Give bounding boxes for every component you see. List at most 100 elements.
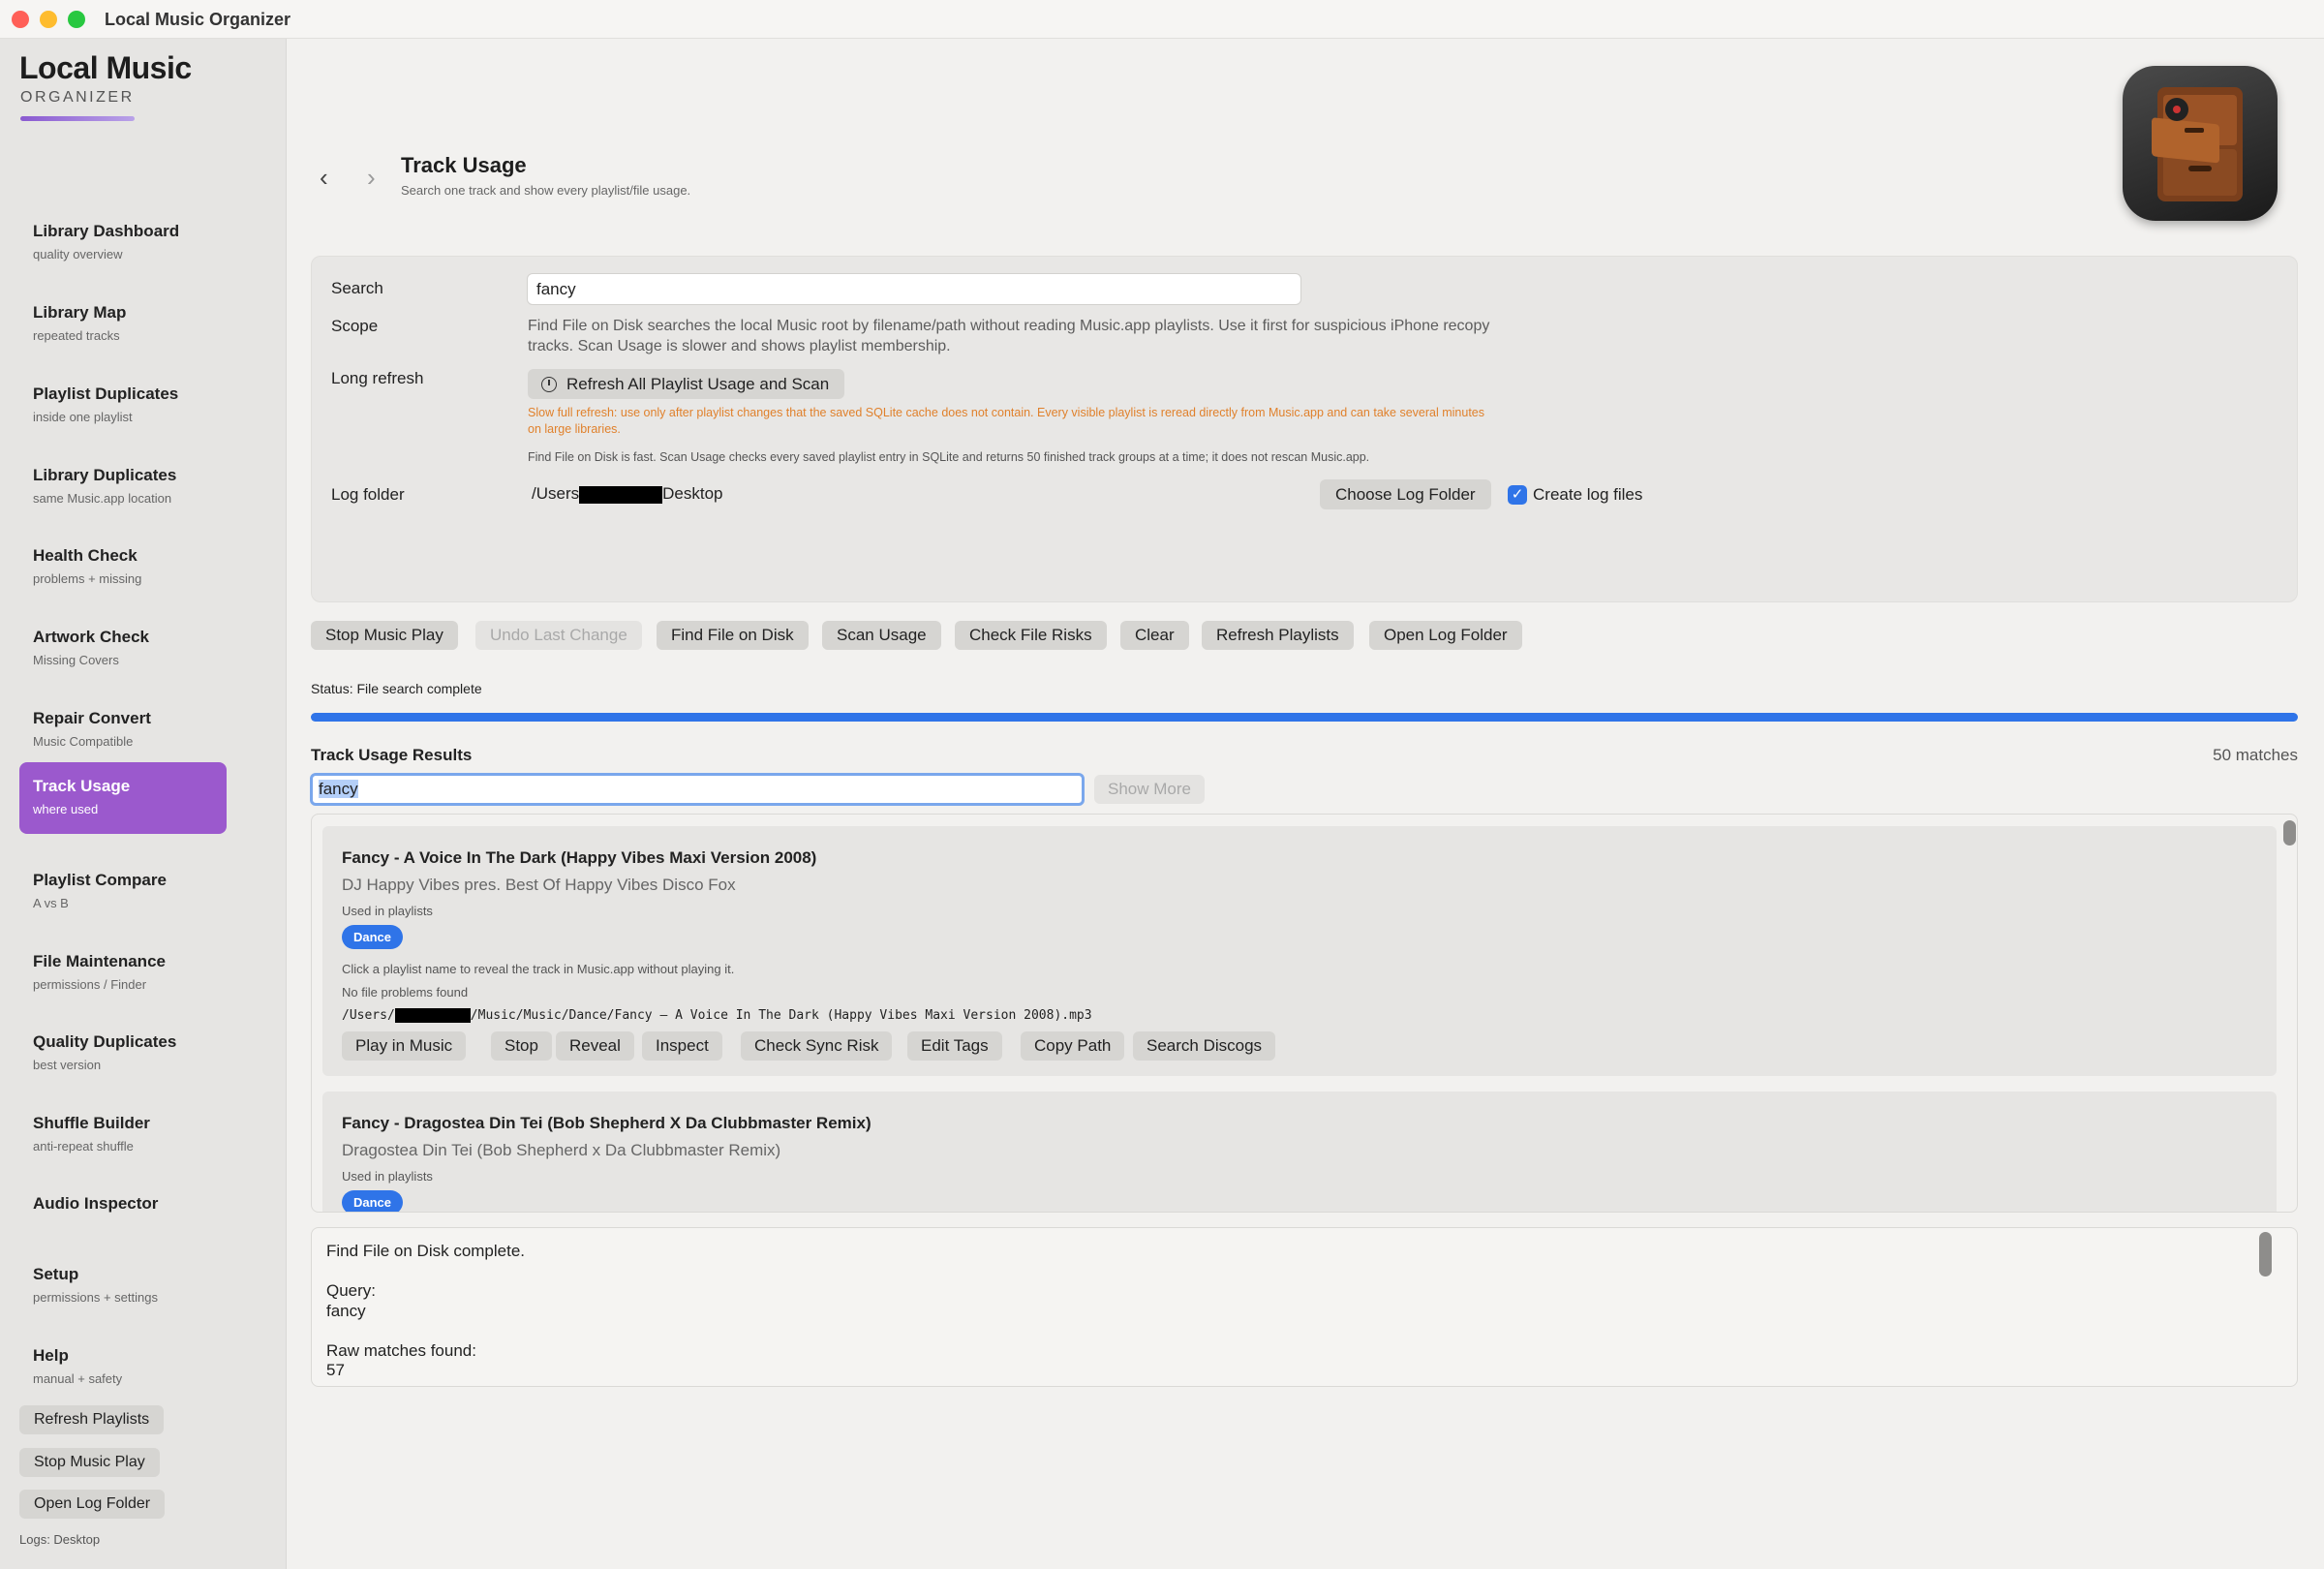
slow-refresh-warning: Slow full refresh: use only after playli…	[528, 406, 1484, 436]
choose-log-folder-button[interactable]: Choose Log Folder	[1320, 479, 1491, 509]
reveal-button[interactable]: Reveal	[556, 1031, 634, 1061]
search-discogs-button[interactable]: Search Discogs	[1133, 1031, 1276, 1061]
sidebar-item-library-map[interactable]: Library Map repeated tracks	[19, 289, 227, 360]
inspect-button[interactable]: Inspect	[642, 1031, 722, 1061]
show-more-button[interactable]: Show More	[1094, 775, 1205, 804]
log-path-suffix: Desktop	[662, 484, 723, 503]
copy-path-button[interactable]: Copy Path	[1021, 1031, 1125, 1061]
stop-music-play-button[interactable]: Stop Music Play	[311, 621, 458, 650]
sidebar-refresh-playlists-button[interactable]: Refresh Playlists	[19, 1405, 165, 1434]
log-path-prefix: /Users	[532, 484, 580, 503]
sidebar-item-label: Health Check	[33, 546, 138, 565]
sidebar-item-audio-inspector[interactable]: Audio Inspector	[19, 1180, 227, 1251]
log-line: 57	[326, 1361, 345, 1379]
open-log-folder-button[interactable]: Open Log Folder	[1369, 621, 1522, 650]
log-line: Find File on Disk complete.	[326, 1242, 526, 1260]
sidebar-item-track-usage[interactable]: Track Usage where used	[19, 762, 227, 834]
sidebar-item-playlist-duplicates[interactable]: Playlist Duplicates inside one playlist	[19, 370, 227, 442]
sidebar-item-sublabel: problems + missing	[33, 571, 142, 586]
sidebar-item-sublabel: best version	[33, 1058, 102, 1072]
track-title: Fancy - Dragostea Din Tei (Bob Shepherd …	[342, 1114, 872, 1132]
long-refresh-label: Long refresh	[331, 369, 424, 387]
sidebar-item-setup[interactable]: Setup permissions + settings	[19, 1250, 227, 1322]
log-line: Query:	[326, 1281, 377, 1300]
log-folder-label: Log folder	[331, 485, 405, 504]
scan-usage-button[interactable]: Scan Usage	[822, 621, 941, 650]
progress-bar	[311, 713, 2298, 722]
sidebar-stop-music-button[interactable]: Stop Music Play	[19, 1448, 160, 1477]
sidebar-item-repair-convert[interactable]: Repair Convert Music Compatible	[19, 694, 227, 766]
sidebar-item-shuffle-builder[interactable]: Shuffle Builder anti-repeat shuffle	[19, 1099, 227, 1171]
close-window-button[interactable]	[12, 11, 29, 28]
log-line: Raw matches found:	[326, 1340, 476, 1360]
sidebar-item-label: Library Map	[33, 303, 127, 322]
playlist-badge[interactable]: Dance	[342, 925, 404, 949]
used-in-playlists-label: Used in playlists	[342, 1169, 433, 1184]
sidebar-item-quality-duplicates[interactable]: Quality Duplicates best version	[19, 1018, 227, 1090]
clear-button[interactable]: Clear	[1120, 621, 1189, 650]
minimize-window-button[interactable]	[40, 11, 57, 28]
status-text: Status: File search complete	[311, 681, 482, 696]
results-scrollbar[interactable]	[2283, 820, 2296, 846]
sidebar-open-log-folder-button[interactable]: Open Log Folder	[19, 1490, 166, 1519]
sidebar-item-sublabel: A vs B	[33, 896, 69, 910]
sidebar-item-label: Playlist Duplicates	[33, 385, 179, 403]
sidebar-item-label: File Maintenance	[33, 952, 166, 970]
scan-info-note: Find File on Disk is fast. Scan Usage ch…	[528, 450, 1370, 464]
brand-subtitle: ORGANIZER	[20, 89, 135, 106]
sidebar-item-sublabel: repeated tracks	[33, 328, 120, 343]
log-output[interactable]: Find File on Disk complete. Query: fancy…	[311, 1227, 2298, 1387]
sidebar-item-help[interactable]: Help manual + safety	[19, 1332, 227, 1403]
sidebar-item-label: Artwork Check	[33, 628, 149, 646]
path-prefix: /Users/	[342, 1008, 395, 1023]
scope-description: Find File on Disk searches the local Mus…	[528, 318, 1490, 354]
play-in-music-button[interactable]: Play in Music	[342, 1031, 467, 1061]
forward-arrow-icon[interactable]: ›	[367, 163, 376, 193]
results-filter-input[interactable]: fancy	[310, 773, 1085, 806]
selected-filter-text: fancy	[319, 780, 358, 798]
sidebar-item-label: Library Dashboard	[33, 222, 180, 240]
sidebar-item-sublabel: permissions + settings	[33, 1290, 158, 1305]
search-label: Search	[331, 279, 383, 297]
track-artist: DJ Happy Vibes pres. Best Of Happy Vibes…	[342, 876, 736, 894]
sidebar-item-health-check[interactable]: Health Check problems + missing	[19, 532, 227, 603]
redacted-username	[394, 1008, 471, 1023]
refresh-all-playlist-usage-button[interactable]: Refresh All Playlist Usage and Scan	[528, 369, 845, 399]
sidebar-item-playlist-compare[interactable]: Playlist Compare A vs B	[19, 856, 227, 928]
log-folder-path: /Users Desktop	[532, 484, 723, 504]
refresh-all-label: Refresh All Playlist Usage and Scan	[566, 374, 830, 393]
find-file-on-disk-button[interactable]: Find File on Disk	[657, 621, 809, 650]
sidebar-item-file-maintenance[interactable]: File Maintenance permissions / Finder	[19, 938, 227, 1009]
scope-label: Scope	[331, 317, 379, 335]
edit-tags-button[interactable]: Edit Tags	[907, 1031, 1002, 1061]
create-log-files-label: Create log files	[1533, 485, 1643, 504]
sidebar-item-label: Audio Inspector	[33, 1194, 159, 1213]
sidebar-item-label: Library Duplicates	[33, 466, 177, 484]
check-sync-risk-button[interactable]: Check Sync Risk	[741, 1031, 893, 1061]
sidebar-item-label: Track Usage	[33, 777, 131, 795]
reveal-hint: Click a playlist name to reveal the trac…	[342, 962, 735, 976]
sidebar-item-library-dashboard[interactable]: Library Dashboard quality overview	[19, 207, 227, 279]
sidebar-item-library-duplicates[interactable]: Library Duplicates same Music.app locatio…	[19, 451, 227, 523]
playlist-badge[interactable]: Dance	[342, 1190, 404, 1212]
page-subtitle: Search one track and show every playlist…	[401, 183, 691, 198]
back-arrow-icon[interactable]: ‹	[320, 163, 328, 193]
page-title: Track Usage	[401, 153, 527, 177]
sidebar-item-label: Playlist Compare	[33, 871, 167, 889]
log-scrollbar[interactable]	[2259, 1232, 2272, 1277]
track-artist: Dragostea Din Tei (Bob Shepherd x Da Clu…	[342, 1141, 781, 1159]
search-input[interactable]	[527, 273, 1301, 305]
undo-last-change-button[interactable]: Undo Last Change	[475, 621, 642, 650]
sidebar-item-artwork-check[interactable]: Artwork Check Missing Covers	[19, 613, 227, 685]
stop-button[interactable]: Stop	[491, 1031, 552, 1061]
results-list[interactable]: Fancy - A Voice In The Dark (Happy Vibes…	[311, 814, 2298, 1213]
sidebar-item-label: Shuffle Builder	[33, 1114, 150, 1132]
create-log-files-checkbox[interactable]: ✓	[1508, 485, 1527, 505]
sidebar-item-label: Repair Convert	[33, 709, 151, 727]
zoom-window-button[interactable]	[68, 11, 85, 28]
refresh-playlists-button[interactable]: Refresh Playlists	[1202, 621, 1354, 650]
track-result-card: Fancy - A Voice In The Dark (Happy Vibes…	[322, 826, 2277, 1076]
sidebar-item-sublabel: permissions / Finder	[33, 977, 147, 992]
check-file-risks-button[interactable]: Check File Risks	[955, 621, 1107, 650]
